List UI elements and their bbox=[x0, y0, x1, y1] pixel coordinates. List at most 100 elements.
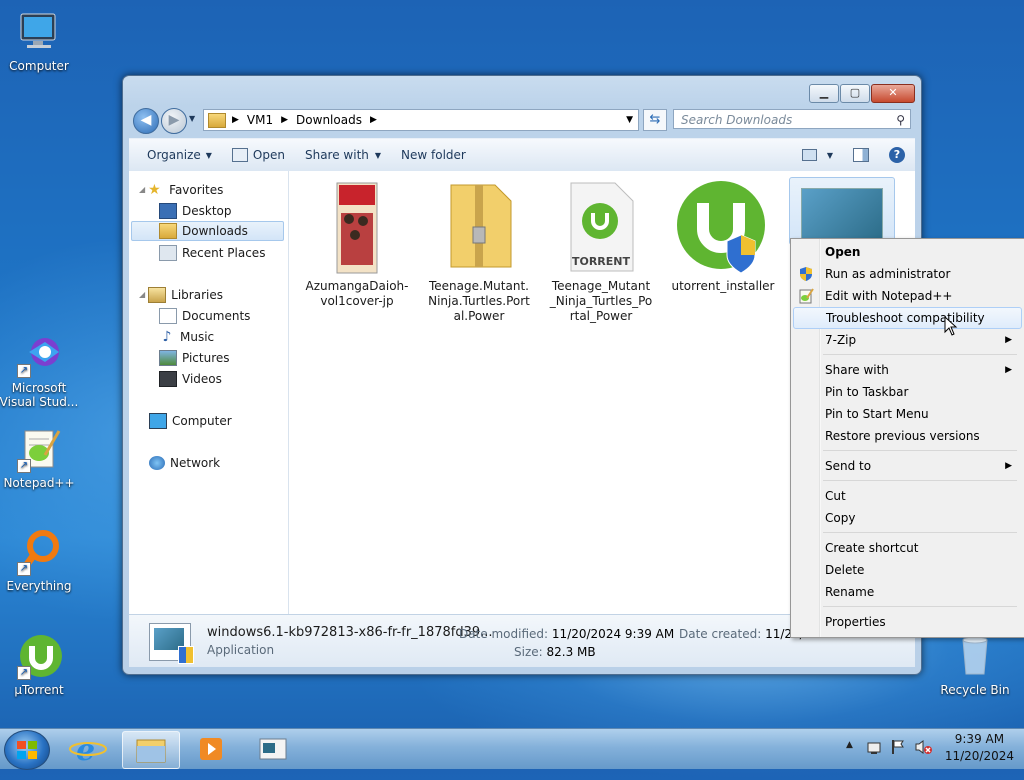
menu-label: Run as administrator bbox=[825, 267, 951, 281]
modified-label: Date modified: bbox=[459, 627, 549, 641]
menu-item-cut[interactable]: Cut bbox=[793, 485, 1020, 507]
menu-item-run-as-administrator[interactable]: Run as administrator bbox=[793, 263, 1020, 285]
collapse-icon: ◢ bbox=[139, 185, 146, 194]
back-button[interactable]: ◀ bbox=[133, 108, 159, 134]
file-item[interactable]: TORRENT Teenage_Mutant _Ninja_Turtles_Po… bbox=[541, 171, 661, 324]
organize-button[interactable]: Organize ▼ bbox=[137, 148, 222, 162]
menu-item-7zip[interactable]: 7-Zip ▶ bbox=[793, 329, 1020, 351]
recent-pages-dropdown[interactable]: ▼ bbox=[189, 114, 195, 123]
menu-label: Copy bbox=[825, 511, 856, 525]
desktop-icon-label: Notepad++ bbox=[3, 476, 75, 490]
collapse-icon: ◢ bbox=[139, 290, 146, 299]
nav-videos[interactable]: Videos bbox=[159, 369, 222, 389]
taskbar-application[interactable] bbox=[246, 731, 302, 767]
file-item-selected[interactable] bbox=[789, 177, 895, 245]
close-button[interactable]: ✕ bbox=[871, 84, 915, 103]
maximize-button[interactable]: ▢ bbox=[840, 84, 870, 103]
file-item[interactable]: Teenage.Mutant. Ninja.Turtles.Port al.Po… bbox=[419, 171, 539, 324]
action-center-icon[interactable] bbox=[866, 739, 882, 755]
search-icon: ⚲ bbox=[896, 113, 905, 127]
notepad-plus-plus-icon: ↗ bbox=[15, 425, 63, 473]
desktop-icon-computer[interactable]: Computer bbox=[0, 8, 81, 73]
utorrent-installer-icon bbox=[675, 179, 771, 275]
nav-label: Computer bbox=[172, 414, 232, 428]
taskbar-windows-explorer[interactable] bbox=[122, 731, 180, 769]
menu-item-create-shortcut[interactable]: Create shortcut bbox=[793, 537, 1020, 559]
nav-computer[interactable]: Computer bbox=[149, 411, 232, 431]
desktop-icon-everything[interactable]: ↗ Everything bbox=[0, 528, 81, 593]
menu-label: Open bbox=[825, 245, 861, 259]
desktop-icon-visual-studio[interactable]: ↗ Microsoft Visual Stud... bbox=[0, 330, 81, 409]
desktop-icon-recycle-bin[interactable]: Recycle Bin bbox=[933, 632, 1017, 697]
new-folder-button[interactable]: New folder bbox=[391, 148, 476, 162]
nav-label: Videos bbox=[182, 372, 222, 386]
desktop-icon-utorrent[interactable]: ↗ µTorrent bbox=[0, 632, 81, 697]
menu-item-restore-previous-versions[interactable]: Restore previous versions bbox=[793, 425, 1020, 447]
details-size: Size: 82.3 MB bbox=[514, 645, 596, 659]
breadcrumb-downloads[interactable]: Downloads bbox=[296, 113, 362, 127]
nav-libraries[interactable]: ◢ Libraries bbox=[139, 285, 223, 305]
menu-item-share-with[interactable]: Share with ▶ bbox=[793, 359, 1020, 381]
preview-pane-button[interactable] bbox=[843, 148, 879, 162]
forward-button[interactable]: ▶ bbox=[161, 108, 187, 134]
nav-label: Downloads bbox=[182, 224, 248, 238]
menu-item-properties[interactable]: Properties bbox=[793, 611, 1020, 633]
desktop-icon-notepadpp[interactable]: ↗ Notepad++ bbox=[0, 425, 81, 490]
installer-thumbnail-icon bbox=[801, 188, 883, 242]
menu-item-delete[interactable]: Delete bbox=[793, 559, 1020, 581]
nav-recent-places[interactable]: Recent Places bbox=[159, 243, 265, 263]
menu-item-copy[interactable]: Copy bbox=[793, 507, 1020, 529]
nav-network[interactable]: Network bbox=[149, 453, 220, 473]
start-button[interactable] bbox=[4, 730, 50, 770]
nav-label: Network bbox=[170, 456, 221, 470]
menu-item-open[interactable]: Open bbox=[793, 241, 1020, 263]
taskbar-media-player[interactable] bbox=[184, 731, 240, 767]
menu-separator bbox=[823, 480, 1017, 481]
menu-item-troubleshoot-compatibility[interactable]: Troubleshoot compatibility bbox=[793, 307, 1022, 329]
menu-item-pin-to-taskbar[interactable]: Pin to Taskbar bbox=[793, 381, 1020, 403]
recycle-bin-icon bbox=[951, 632, 999, 680]
file-name-line: utorrent_installer bbox=[671, 279, 775, 293]
menu-item-pin-to-start-menu[interactable]: Pin to Start Menu bbox=[793, 403, 1020, 425]
menu-item-edit-with-notepadpp[interactable]: Edit with Notepad++ bbox=[793, 285, 1020, 307]
nav-desktop[interactable]: Desktop bbox=[159, 201, 232, 221]
menu-separator bbox=[823, 450, 1017, 451]
nav-music[interactable]: ♪ Music bbox=[159, 327, 215, 347]
nav-label: Desktop bbox=[182, 204, 232, 218]
address-bar[interactable]: ▶ VM1 ▶ Downloads ▶ ▼ bbox=[203, 109, 639, 131]
file-name-line: vol1cover-jp bbox=[320, 294, 394, 308]
details-modified: Date modified: 11/20/2024 9:39 AM bbox=[459, 627, 674, 641]
file-item[interactable]: utorrent_installer bbox=[663, 171, 783, 294]
nav-downloads[interactable]: Downloads bbox=[131, 221, 284, 241]
open-button[interactable]: Open bbox=[222, 148, 295, 162]
desktop-icon bbox=[159, 203, 177, 219]
volume-muted-icon[interactable] bbox=[914, 739, 932, 755]
visual-studio-icon: ↗ bbox=[15, 330, 63, 378]
share-with-button[interactable]: Share with ▼ bbox=[295, 148, 391, 162]
minimize-button[interactable]: ▁ bbox=[809, 84, 839, 103]
search-input[interactable]: Search Downloads ⚲ bbox=[673, 109, 911, 129]
clock-date: 11/20/2024 bbox=[944, 749, 1014, 763]
shortcut-arrow-icon: ↗ bbox=[17, 459, 31, 473]
taskbar-internet-explorer[interactable]: e bbox=[60, 731, 116, 768]
menu-item-send-to[interactable]: Send to ▶ bbox=[793, 455, 1020, 477]
menu-label: Share with bbox=[825, 363, 889, 377]
address-history-dropdown[interactable]: ▼ bbox=[626, 115, 633, 125]
clock[interactable]: 9:39 AM 11/20/2024 bbox=[945, 731, 1014, 767]
refresh-button[interactable]: ⇆ bbox=[643, 109, 667, 131]
change-view-button[interactable]: ▼ bbox=[792, 149, 843, 161]
nav-favorites[interactable]: ◢ ★ Favorites bbox=[139, 180, 223, 200]
utorrent-icon: ↗ bbox=[15, 632, 63, 680]
help-button[interactable]: ? bbox=[879, 147, 915, 163]
tray-expand-button[interactable]: ▲ bbox=[846, 740, 853, 750]
details-created: Date created: 11/20/ bbox=[679, 627, 804, 641]
breadcrumb-separator-icon: ▶ bbox=[232, 115, 239, 125]
nav-documents[interactable]: Documents bbox=[159, 306, 250, 326]
breadcrumb-vm1[interactable]: VM1 bbox=[247, 113, 273, 127]
everything-search-icon: ↗ bbox=[15, 528, 63, 576]
menu-item-rename[interactable]: Rename bbox=[793, 581, 1020, 603]
size-value: 82.3 MB bbox=[546, 645, 596, 659]
nav-pictures[interactable]: Pictures bbox=[159, 348, 230, 368]
file-item[interactable]: AzumangaDaioh- vol1cover-jp bbox=[297, 171, 417, 309]
flag-icon[interactable] bbox=[890, 739, 906, 755]
